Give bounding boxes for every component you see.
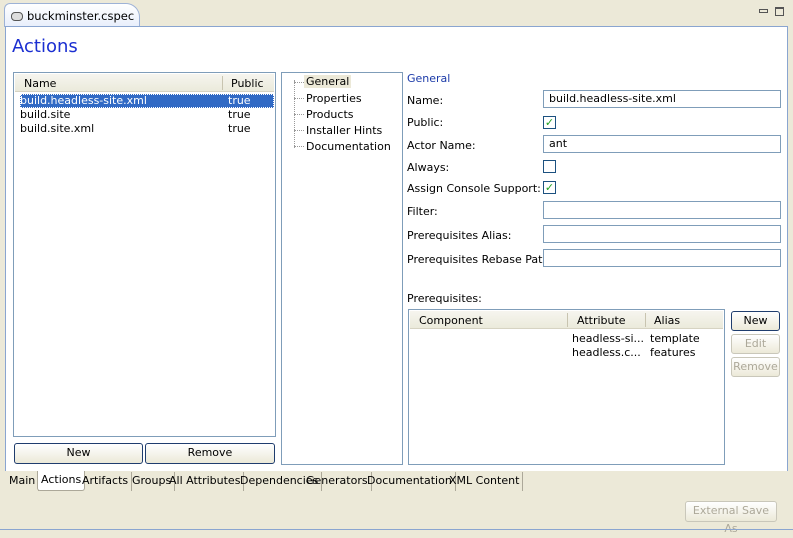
column-component[interactable]: Component <box>419 314 483 327</box>
actions-table[interactable]: Name Public build.headless-site.xml true … <box>13 72 276 437</box>
prerequisites-alias-field[interactable] <box>543 225 781 243</box>
edit-prerequisite-button[interactable]: Edit <box>731 334 780 354</box>
console-support-label: Assign Console Support: <box>407 182 541 195</box>
table-row[interactable]: build.site.xml true <box>20 122 274 136</box>
column-name[interactable]: Name <box>24 77 56 90</box>
table-row[interactable]: build.site true <box>20 108 274 122</box>
prerequisites-table[interactable]: Component Attribute Alias headless-si...… <box>408 309 725 465</box>
prerequisites-label: Prerequisites: <box>407 292 482 305</box>
prerequisites-alias-label: Prerequisites Alias: <box>407 229 512 242</box>
column-attribute[interactable]: Attribute <box>577 314 626 327</box>
filter-label: Filter: <box>407 205 438 218</box>
public-checkbox[interactable]: ✓ <box>543 116 556 129</box>
section-heading: General <box>407 72 451 85</box>
cell-name: build.site <box>20 108 71 121</box>
table-header: Component Attribute Alias <box>410 311 723 329</box>
cell-attribute: headless-si... <box>572 332 644 345</box>
tab-documentation[interactable]: Documentation <box>364 472 456 491</box>
tab-generators[interactable]: Generators <box>303 472 372 491</box>
editor-tab-title: buckminster.cspec <box>27 9 135 23</box>
name-label: Name: <box>407 94 444 107</box>
cell-public: true <box>228 108 251 121</box>
tab-xml-content[interactable]: XML Content <box>446 472 524 491</box>
column-alias[interactable]: Alias <box>654 314 680 327</box>
cell-public: true <box>228 122 251 135</box>
tree-item-properties[interactable]: Properties <box>306 92 362 105</box>
tab-artifacts[interactable]: Artifacts <box>79 472 133 491</box>
name-field[interactable]: build.headless-site.xml <box>543 90 781 108</box>
new-action-button[interactable]: New <box>14 443 143 464</box>
cell-alias: template <box>650 332 700 345</box>
cell-attribute: headless.c... <box>572 346 641 359</box>
tree-item-general[interactable]: General <box>304 75 352 88</box>
new-prerequisite-button[interactable]: New <box>731 311 780 331</box>
console-support-checkbox[interactable]: ✓ <box>543 181 556 194</box>
external-save-as-button[interactable]: External Save As <box>685 501 777 535</box>
minimize-icon[interactable] <box>759 9 768 13</box>
table-row[interactable]: build.headless-site.xml true <box>20 94 274 108</box>
editor-tab[interactable]: buckminster.cspec ✕ <box>4 3 140 37</box>
tree-item-documentation[interactable]: Documentation <box>306 140 391 153</box>
always-label: Always: <box>407 161 450 174</box>
cell-name: build.site.xml <box>20 122 95 135</box>
table-row[interactable]: headless-si... template <box>410 332 723 346</box>
tab-main[interactable]: Main <box>6 472 40 491</box>
cell-name: build.headless-site.xml <box>20 94 147 107</box>
remove-action-button[interactable]: Remove <box>145 443 275 464</box>
public-label: Public: <box>407 116 444 129</box>
table-header: Name Public <box>15 74 274 92</box>
actor-name-label: Actor Name: <box>407 139 476 152</box>
remove-prerequisite-button[interactable]: Remove <box>731 357 780 377</box>
cell-public: true <box>228 94 251 107</box>
rebase-path-label: Prerequisites Rebase Path: <box>407 253 554 266</box>
maximize-icon[interactable] <box>775 7 784 16</box>
tab-all-attributes[interactable]: All Attributes <box>166 472 245 491</box>
column-public[interactable]: Public <box>231 77 264 90</box>
tree-item-products[interactable]: Products <box>306 108 354 121</box>
rebase-path-field[interactable] <box>543 249 781 267</box>
always-checkbox[interactable] <box>543 160 556 173</box>
tab-actions[interactable]: Actions <box>37 471 86 491</box>
actor-name-field[interactable]: ant <box>543 135 781 153</box>
page-title: Actions <box>12 36 78 57</box>
filter-field[interactable] <box>543 201 781 219</box>
cell-alias: features <box>650 346 696 359</box>
table-row[interactable]: headless.c... features <box>410 346 723 360</box>
tree-item-installer-hints[interactable]: Installer Hints <box>306 124 382 137</box>
cspec-icon <box>11 12 23 21</box>
